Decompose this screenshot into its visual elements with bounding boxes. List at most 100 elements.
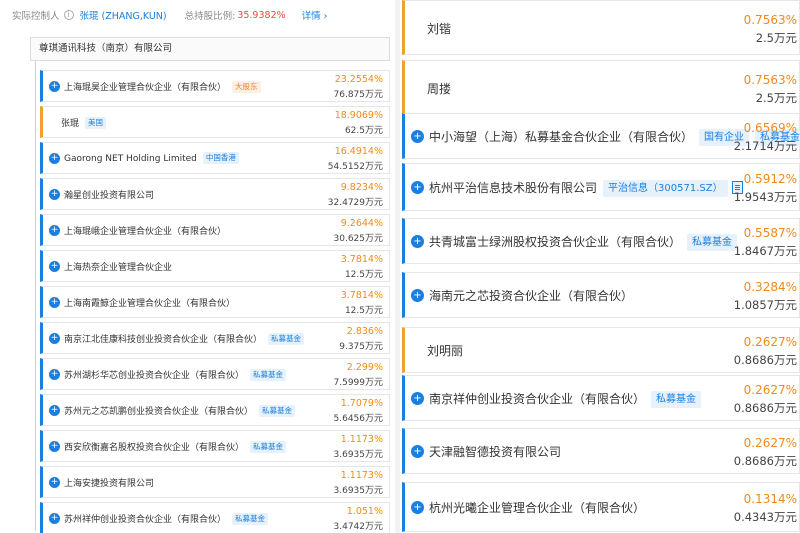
shareholder-row[interactable]: +苏州湖杉华芯创业投资合伙企业（有限合伙）私募基金2.299%7.5999万元 [40,358,390,390]
shareholder-name[interactable]: 南京祥仲创业投资合伙企业（有限合伙）私募基金 [429,390,701,408]
shareholding-percent: 0.7563% [744,13,797,27]
plus-circle-icon[interactable]: + [411,289,424,302]
subscribed-amount: 3.4742万元 [334,519,384,532]
total-ratio-label: 总持股比例: [185,8,236,22]
shareholder-row[interactable]: +中小海望（上海）私募基金合伙企业（有限合伙）国有企业私募基金0.6569%2.… [402,113,800,159]
shareholder-name[interactable]: 上海琨峨企业管理合伙企业（有限合伙） [64,224,226,237]
shareholder-name[interactable]: 杭州光曦企业管理合伙企业（有限合伙） [429,499,645,516]
plus-circle-icon[interactable]: + [49,189,60,200]
shareholder-row[interactable]: 刘锴 0.7563% 2.5万元 [402,0,800,55]
shareholder-row[interactable]: +共青城富士绿洲股权投资合伙企业（有限合伙）私募基金0.5587%1.8467万… [402,218,800,264]
plus-circle-icon[interactable]: + [49,405,60,416]
plus-circle-icon[interactable]: + [49,369,60,380]
total-ratio-value: 35.9382% [237,10,285,21]
shareholder-row[interactable]: + 海南元之芯投资合伙企业（有限合伙） 0.3284% 1.0857万元 [402,272,800,318]
root-company[interactable]: 尊琪通讯科技（南京）有限公司 [30,37,390,61]
controller-name-link[interactable]: 张琨 (ZHANG,KUN) [80,8,167,22]
shareholder-row[interactable]: + 杭州光曦企业管理合伙企业（有限合伙） 0.1314% 0.4343万元 [402,482,800,532]
shareholding-percent: 9.2644% [341,218,383,229]
shareholding-percent: 23.2554% [335,74,383,85]
subscribed-amount: 32.4729万元 [328,195,383,208]
shareholder-name[interactable]: 苏州元之芯凯鹏创业投资合伙企业（有限合伙）私募基金 [64,404,295,417]
shareholding-percent: 18.9069% [335,110,383,121]
right-panel: 刘锴0.7563%2.5万元周搂0.7563%2.5万元+中小海望（上海）私募基… [400,0,800,533]
shareholding-percent: 0.5587% [744,226,797,240]
shareholder-row[interactable]: +上海安捷投资有限公司1.1173%3.6935万元 [40,466,390,498]
subscribed-amount: 62.5万元 [345,123,383,136]
shareholder-row[interactable]: +上海南霞鲸企业管理合伙企业（有限合伙）3.7814%12.5万元 [40,286,390,318]
subscribed-amount: 54.5152万元 [328,159,383,172]
subscribed-amount: 2.5万元 [756,90,797,106]
shareholder-name[interactable]: 苏州祥仲创业投资合伙企业（有限合伙）私募基金 [64,512,268,525]
controller-label: 实际控制人 [12,8,60,22]
shareholder-name[interactable]: Gaorong NET Holding Limited中国香港 [64,152,239,164]
subscribed-amount: 0.8686万元 [734,352,797,368]
plus-circle-icon[interactable]: + [49,477,60,488]
plus-circle-icon[interactable]: + [411,445,424,458]
shareholder-row[interactable]: +上海琨昊企业管理合伙企业（有限合伙）大股东23.2554%76.875万元 [40,70,390,102]
shareholder-row[interactable]: + 上海琨峨企业管理合伙企业（有限合伙） 9.2644% 30.625万元 [40,214,390,246]
shareholding-percent: 0.2627% [744,335,797,349]
shareholder-row[interactable]: +苏州祥仲创业投资合伙企业（有限合伙）私募基金1.051%3.4742万元 [40,502,390,533]
shareholding-percent: 0.3284% [744,280,797,294]
shareholder-row[interactable]: +南京祥仲创业投资合伙企业（有限合伙）私募基金0.2627%0.8686万元 [402,375,800,421]
plus-circle-icon[interactable]: + [411,392,424,405]
plus-circle-icon[interactable]: + [49,297,60,308]
plus-circle-icon[interactable]: + [49,333,60,344]
plus-circle-icon[interactable]: + [49,441,60,452]
plus-circle-icon[interactable]: + [49,153,60,164]
shareholding-percent: 3.7814% [341,254,383,265]
plus-circle-icon[interactable]: + [411,235,424,248]
shareholding-percent: 1.7079% [341,398,383,409]
detail-link[interactable]: 详情 › [302,8,328,22]
subscribed-amount: 2.5万元 [756,30,797,46]
shareholder-row[interactable]: +天津融智德投资有限公司0.2627%0.8686万元 [402,428,800,474]
shareholder-name[interactable]: 苏州湖杉华芯创业投资合伙企业（有限合伙）私募基金 [64,368,286,381]
subscribed-amount: 0.4343万元 [734,509,797,525]
shareholding-percent: 1.1173% [341,434,383,445]
shareholder-row[interactable]: +南京江北佳康科技创业投资合伙企业（有限合伙）私募基金2.836%9.375万元 [40,322,390,354]
shareholder-name[interactable]: 张琨美国 [61,116,106,129]
shareholder-row[interactable]: +上海热奈企业管理合伙企业3.7814%12.5万元 [40,250,390,282]
shareholder-name[interactable]: 南京江北佳康科技创业投资合伙企业（有限合伙）私募基金 [64,332,304,345]
plus-circle-icon[interactable]: + [49,225,60,236]
shareholder-row[interactable]: +瀚星创业投资有限公司9.8234%32.4729万元 [40,178,390,210]
shareholder-name[interactable]: 刘明丽 [427,342,463,359]
plus-circle-icon[interactable]: + [49,513,60,524]
shareholder-row[interactable]: + 苏州元之芯凯鹏创业投资合伙企业（有限合伙）私募基金 1.7079% 5.6456万… [40,394,390,426]
shareholder-row[interactable]: 周搂0.7563%2.5万元 [402,60,800,115]
shareholding-percent: 0.1314% [744,492,797,506]
left-panel: 实际控制人 i 张琨 (ZHANG,KUN) 总持股比例: 35.9382% 详… [0,0,395,533]
plus-circle-icon[interactable]: + [49,261,60,272]
info-circle-icon[interactable]: i [64,10,74,20]
shareholder-name[interactable]: 西安欣衡嘉名股权投资合伙企业（有限合伙）私募基金 [64,440,286,453]
shareholder-tag: 中国香港 [203,152,239,164]
shareholder-name[interactable]: 上海南霞鲸企业管理合伙企业（有限合伙） [64,296,235,309]
shareholding-percent: 2.836% [347,326,383,337]
subscribed-amount: 30.625万元 [334,231,384,244]
subscribed-amount: 1.0857万元 [734,297,797,313]
shareholder-row[interactable]: +Gaorong NET Holding Limited中国香港16.4914%… [40,142,390,174]
shareholding-percent: 0.2627% [744,383,797,397]
shareholder-tag: 私募基金 [259,405,295,417]
shareholder-row[interactable]: 张琨美国 18.9069% 62.5万元 [40,106,390,138]
shareholder-name[interactable]: 周搂 [427,80,451,97]
shareholder-row[interactable]: 刘明丽 0.2627% 0.8686万元 [402,327,800,373]
subscribed-amount: 3.6935万元 [334,447,384,460]
plus-circle-icon[interactable]: + [49,81,60,92]
shareholder-name[interactable]: 瀚星创业投资有限公司 [64,188,154,201]
shareholder-row[interactable]: + 西安欣衡嘉名股权投资合伙企业（有限合伙）私募基金 1.1173% 3.6935万元 [40,430,390,462]
shareholder-name[interactable]: 杭州平治信息技术股份有限公司平治信息（300571.SZ） [429,179,743,197]
shareholder-row[interactable]: +杭州平治信息技术股份有限公司平治信息（300571.SZ）0.5912%1.9… [402,163,800,211]
subscribed-amount: 5.6456万元 [334,411,384,424]
plus-circle-icon[interactable]: + [411,130,424,143]
shareholder-name[interactable]: 海南元之芯投资合伙企业（有限合伙） [429,287,633,304]
shareholder-name[interactable]: 上海热奈企业管理合伙企业 [64,260,172,273]
shareholder-name[interactable]: 上海安捷投资有限公司 [64,476,154,489]
shareholder-name[interactable]: 共青城富士绿洲股权投资合伙企业（有限合伙）私募基金 [429,233,737,251]
shareholder-name[interactable]: 天津融智德投资有限公司 [429,443,561,460]
plus-circle-icon[interactable]: + [411,181,424,194]
shareholder-name[interactable]: 刘锴 [427,20,451,37]
plus-circle-icon[interactable]: + [411,501,424,514]
shareholder-name[interactable]: 上海琨昊企业管理合伙企业（有限合伙）大股东 [64,80,261,93]
